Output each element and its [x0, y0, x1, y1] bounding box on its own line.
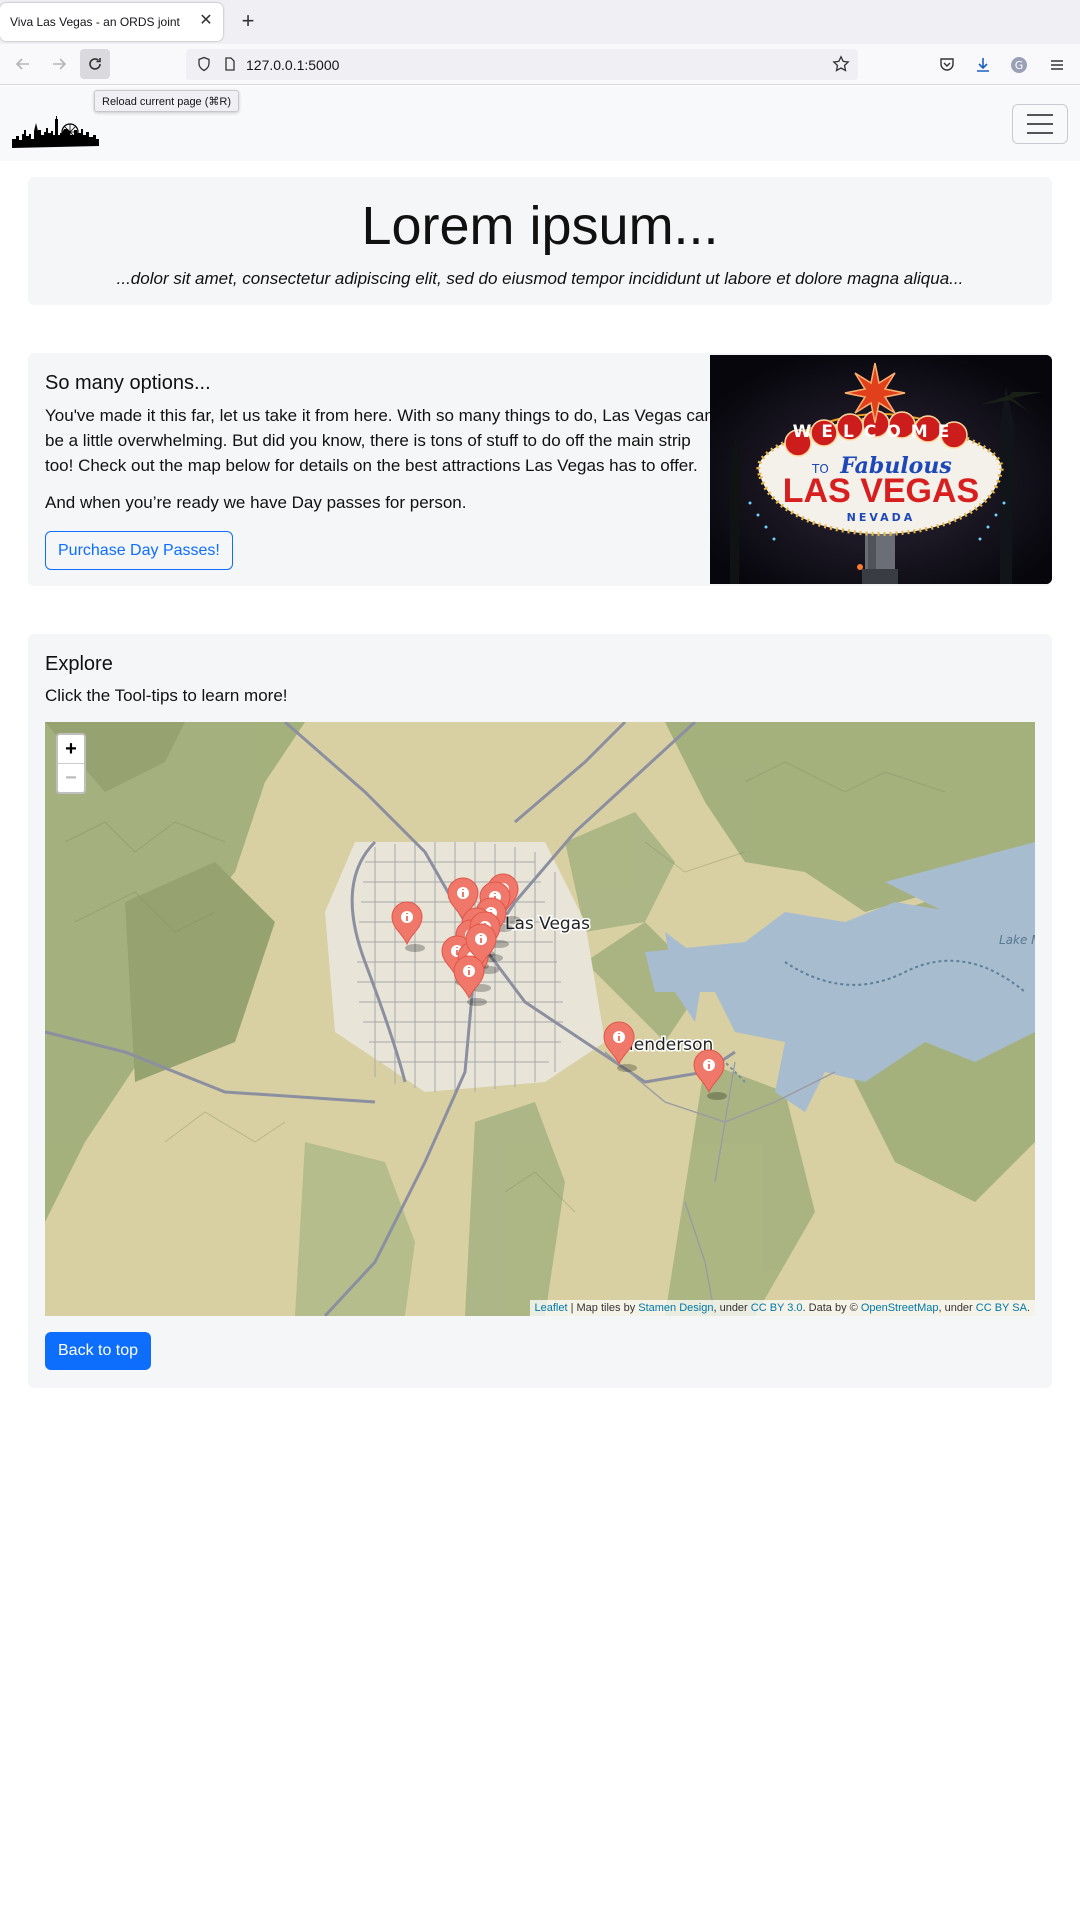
zoom-in-button[interactable]: + [58, 735, 84, 764]
attribution-text: , under [713, 1302, 751, 1314]
purchase-day-passes-button[interactable]: Purchase Day Passes! [45, 531, 233, 570]
options-text-day-passes: And when you’re ready we have Day passes… [45, 493, 467, 512]
reload-tooltip: Reload current page (⌘R) [94, 90, 240, 112]
sign-welcome-text: WELCOME [793, 422, 960, 442]
page-icon[interactable] [222, 56, 238, 77]
map-label-henderson: Henderson [621, 1035, 713, 1055]
hamburger-bar [1027, 123, 1053, 125]
address-bar[interactable]: 127.0.0.1:5000 [186, 49, 858, 80]
tab-title: Viva Las Vegas - an ORDS joint [10, 15, 180, 29]
cc-by-link[interactable]: CC BY 3.0 [751, 1302, 803, 1314]
browser-tab-strip: Viva Las Vegas - an ORDS joint ✕ + [0, 0, 1080, 44]
shield-icon[interactable] [196, 56, 212, 77]
cc-by-sa-link[interactable]: CC BY SA [976, 1302, 1027, 1314]
explore-subtitle: Click the Tool-tips to learn more! [45, 686, 288, 705]
new-tab-icon[interactable]: + [236, 10, 260, 34]
reload-icon[interactable] [80, 49, 110, 79]
attribution-text: . [1026, 1302, 1030, 1314]
zoom-out-button[interactable]: − [58, 764, 84, 792]
pocket-icon[interactable] [936, 54, 958, 76]
explore-card: Explore Click the Tool-tips to learn mor… [28, 634, 1052, 1388]
account-avatar-icon[interactable]: G [1008, 54, 1030, 76]
download-icon[interactable] [972, 54, 994, 76]
zoom-control: + − [56, 733, 86, 794]
back-to-top-button[interactable]: Back to top [45, 1332, 152, 1370]
menu-icon[interactable] [1046, 54, 1068, 76]
osm-link[interactable]: OpenStreetMap [861, 1302, 939, 1314]
hero-subtitle: ...dolor sit amet, consectetur adipiscin… [116, 269, 964, 288]
attribution-text: . Data by © [802, 1302, 861, 1314]
hamburger-bar [1027, 132, 1053, 134]
close-tab-icon[interactable]: ✕ [198, 13, 214, 29]
leaflet-map[interactable]: Las Vegas Henderson Lake M + − Leaflet |… [45, 722, 1035, 1316]
options-card: So many options... You've made it this f… [28, 353, 1052, 586]
forward-arrow-icon[interactable] [44, 49, 74, 79]
stamen-link[interactable]: Stamen Design [638, 1302, 713, 1314]
browser-toolbar: 127.0.0.1:5000 G [0, 44, 1080, 85]
map-label-lake: Lake M [999, 933, 1035, 947]
explore-title: Explore [45, 653, 113, 675]
hero-jumbotron: Lorem ipsum... ...dolor sit amet, consec… [28, 177, 1052, 305]
options-text: You've made it this far, let us take it … [45, 406, 714, 475]
leaflet-link[interactable]: Leaflet [535, 1302, 568, 1314]
page-viewport: Lorem ipsum... ...dolor sit amet, consec… [0, 86, 1080, 1920]
attribution-text: | Map tiles by [567, 1302, 639, 1314]
attribution-text: , under [938, 1302, 976, 1314]
map-tiles[interactable]: Las Vegas Henderson Lake M [45, 722, 1035, 1316]
url-text[interactable]: 127.0.0.1:5000 [246, 57, 339, 73]
browser-tab[interactable]: Viva Las Vegas - an ORDS joint ✕ [0, 3, 223, 41]
hero-title: Lorem ipsum... [361, 196, 719, 256]
navbar-toggler-button[interactable] [1012, 104, 1068, 144]
bookmark-star-icon[interactable] [832, 55, 850, 78]
sign-las-vegas-text: LAS VEGAS [783, 472, 979, 510]
map-label-las-vegas: Las Vegas [505, 914, 590, 934]
map-attribution: Leaflet | Map tiles by Stamen Design, un… [529, 1300, 1035, 1316]
las-vegas-sign-image: WELCOME TO Fabulous LAS VEGAS NEVADA [710, 355, 1052, 584]
back-arrow-icon[interactable] [8, 49, 38, 79]
svg-text:G: G [1015, 59, 1024, 72]
hamburger-icon [1027, 114, 1053, 116]
skyline-logo[interactable] [12, 108, 112, 148]
sign-nevada-text: NEVADA [847, 511, 916, 524]
options-title: So many options... [45, 372, 211, 394]
